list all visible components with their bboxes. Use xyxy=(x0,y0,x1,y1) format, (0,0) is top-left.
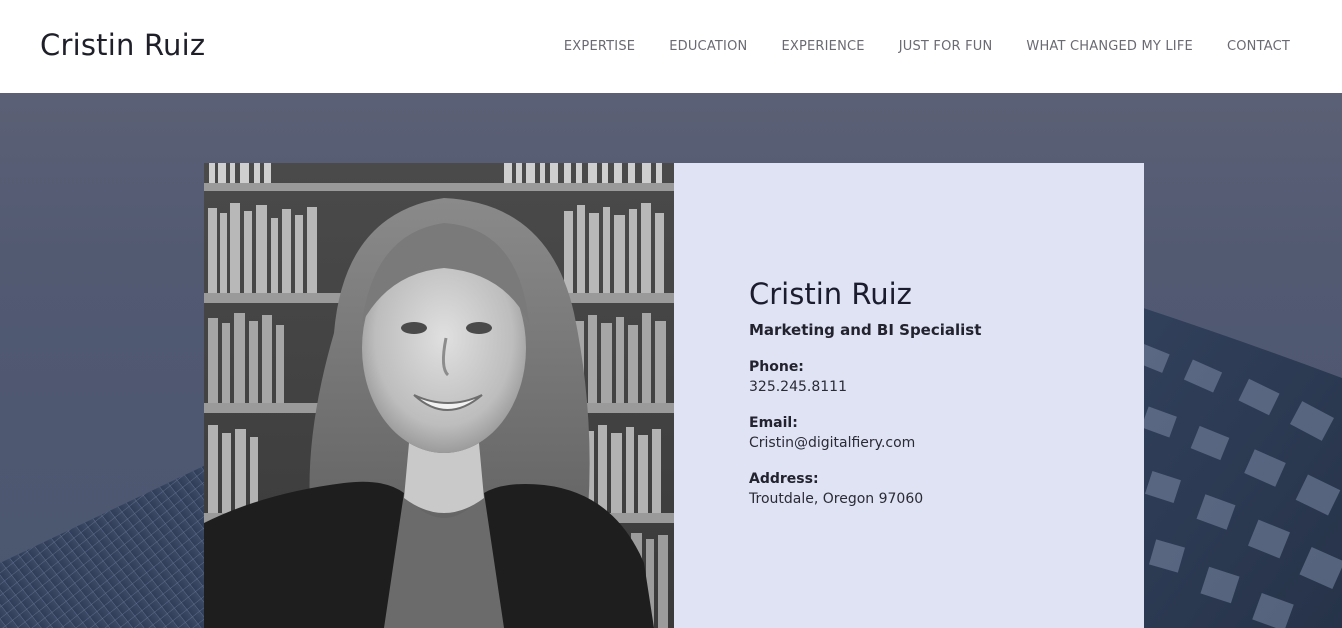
hero-section: Cristin Ruiz Marketing and BI Specialist… xyxy=(0,93,1342,628)
email-label: Email: xyxy=(749,415,798,431)
address-field: Address: Troutdale, Oregon 97060 xyxy=(749,471,981,507)
nav-education[interactable]: EDUCATION xyxy=(669,39,747,54)
email-value[interactable]: Cristin@digitalfiery.com xyxy=(749,435,981,451)
email-field: Email: Cristin@digitalfiery.com xyxy=(749,415,981,451)
contact-card-content: Cristin Ruiz Marketing and BI Specialist… xyxy=(749,277,981,507)
phone-label: Phone: xyxy=(749,359,804,375)
main-nav: EXPERTISE EDUCATION EXPERIENCE JUST FOR … xyxy=(564,39,1290,54)
nav-just-for-fun[interactable]: JUST FOR FUN xyxy=(899,39,993,54)
phone-value[interactable]: 325.245.8111 xyxy=(749,379,981,395)
phone-field: Phone: 325.245.8111 xyxy=(749,359,981,395)
nav-contact[interactable]: CONTACT xyxy=(1227,39,1290,54)
portrait-image xyxy=(204,163,674,628)
address-label: Address: xyxy=(749,471,819,487)
nav-what-changed-my-life[interactable]: WHAT CHANGED MY LIFE xyxy=(1026,39,1193,54)
site-header: Cristin Ruiz EXPERTISE EDUCATION EXPERIE… xyxy=(0,0,1342,93)
address-value: Troutdale, Oregon 97060 xyxy=(749,491,924,507)
nav-expertise[interactable]: EXPERTISE xyxy=(564,39,635,54)
profile-role: Marketing and BI Specialist xyxy=(749,321,982,339)
contact-card: Cristin Ruiz Marketing and BI Specialist… xyxy=(674,163,1144,628)
profile-name: Cristin Ruiz xyxy=(749,277,912,311)
nav-experience[interactable]: EXPERIENCE xyxy=(781,39,864,54)
portrait-photo xyxy=(204,163,674,628)
site-title[interactable]: Cristin Ruiz xyxy=(40,28,205,62)
